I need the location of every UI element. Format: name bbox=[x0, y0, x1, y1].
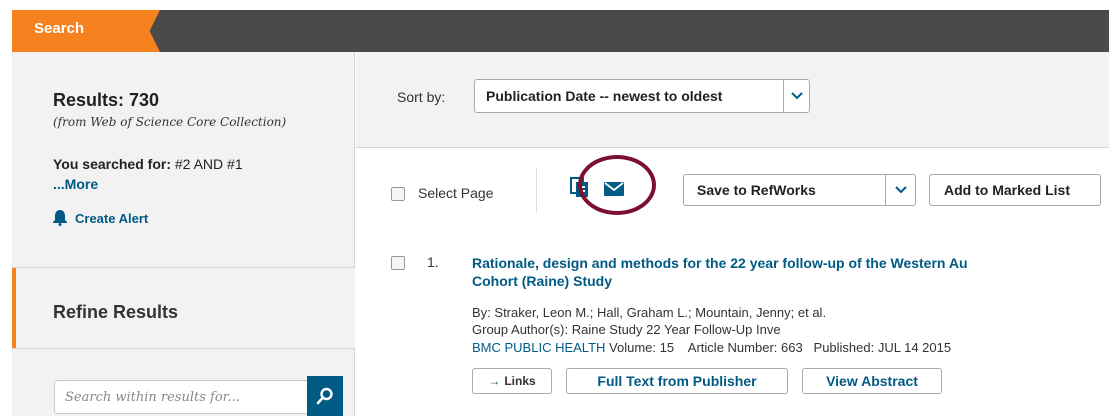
record-source-details: Volume: 15 Article Number: 663 Published… bbox=[609, 340, 952, 355]
record-title-link[interactable]: Rationale, design and methods for the 22… bbox=[472, 254, 1109, 272]
record-journal-link[interactable]: BMC PUBLIC HEALTH bbox=[472, 340, 605, 355]
arrow-right-icon: → bbox=[488, 374, 501, 388]
record-title-link-cont[interactable]: Cohort (Raine) Study bbox=[472, 272, 612, 290]
view-abstract-button[interactable]: View Abstract bbox=[802, 368, 942, 394]
sidebar-divider bbox=[12, 348, 355, 349]
select-page-label: Select Page bbox=[418, 185, 494, 201]
full-text-button[interactable]: Full Text from Publisher bbox=[566, 368, 788, 394]
record-source: BMC PUBLIC HEALTH Volume: 15 Article Num… bbox=[472, 340, 951, 355]
chevron-down-icon[interactable] bbox=[885, 175, 915, 205]
refine-results-header: Refine Results bbox=[12, 268, 355, 348]
links-label: Links bbox=[504, 374, 536, 388]
chevron-down-icon[interactable] bbox=[783, 80, 809, 112]
links-button[interactable]: → Links bbox=[472, 368, 552, 394]
searched-for-query: #2 AND #1 bbox=[174, 156, 243, 172]
save-to-select[interactable]: Save to RefWorks bbox=[683, 174, 916, 206]
tab-search-label[interactable]: Search bbox=[34, 20, 84, 37]
view-abstract-label: View Abstract bbox=[826, 373, 918, 389]
create-alert-label[interactable]: Create Alert bbox=[75, 211, 148, 226]
results-count: Results: 730 bbox=[53, 90, 160, 110]
add-to-marked-list-label: Add to Marked List bbox=[944, 182, 1071, 198]
results-sidebar: Results: 730 (from Web of Science Core C… bbox=[12, 52, 355, 416]
search-within-button[interactable] bbox=[307, 376, 343, 416]
toolbar-divider bbox=[536, 168, 537, 212]
sort-label: Sort by: bbox=[397, 89, 446, 105]
create-alert-link[interactable]: Create Alert bbox=[53, 210, 148, 226]
add-to-marked-list-button[interactable]: Add to Marked List bbox=[929, 174, 1101, 206]
full-text-label: Full Text from Publisher bbox=[597, 373, 757, 389]
record-checkbox[interactable] bbox=[391, 256, 405, 270]
results-source: (from Web of Science Core Collection) bbox=[53, 115, 287, 129]
bell-icon bbox=[53, 210, 67, 226]
highlight-circle bbox=[578, 155, 656, 215]
top-nav-background bbox=[12, 10, 1109, 52]
refine-results-title: Refine Results bbox=[53, 302, 179, 322]
record-group-author: Group Author(s): Raine Study 22 Year Fol… bbox=[472, 322, 781, 337]
top-nav-bar: Search bbox=[0, 0, 1109, 52]
more-link[interactable]: ...More bbox=[53, 176, 98, 192]
searched-for: You searched for: #2 AND #1 bbox=[53, 156, 243, 172]
searched-for-label: You searched for: bbox=[53, 156, 171, 172]
sort-selected-value: Publication Date -- newest to oldest bbox=[486, 88, 723, 104]
record-authors: By: Straker, Leon M.; Hall, Graham L.; M… bbox=[472, 305, 827, 320]
sort-bar: Sort by: Publication Date -- newest to o… bbox=[356, 52, 1109, 148]
search-within-input[interactable]: Search within results for... bbox=[54, 380, 309, 414]
sort-select[interactable]: Publication Date -- newest to oldest bbox=[474, 79, 810, 113]
record-number: 1. bbox=[427, 254, 439, 270]
search-icon bbox=[316, 387, 333, 405]
select-page-checkbox[interactable] bbox=[391, 187, 405, 201]
save-to-value: Save to RefWorks bbox=[697, 182, 816, 198]
